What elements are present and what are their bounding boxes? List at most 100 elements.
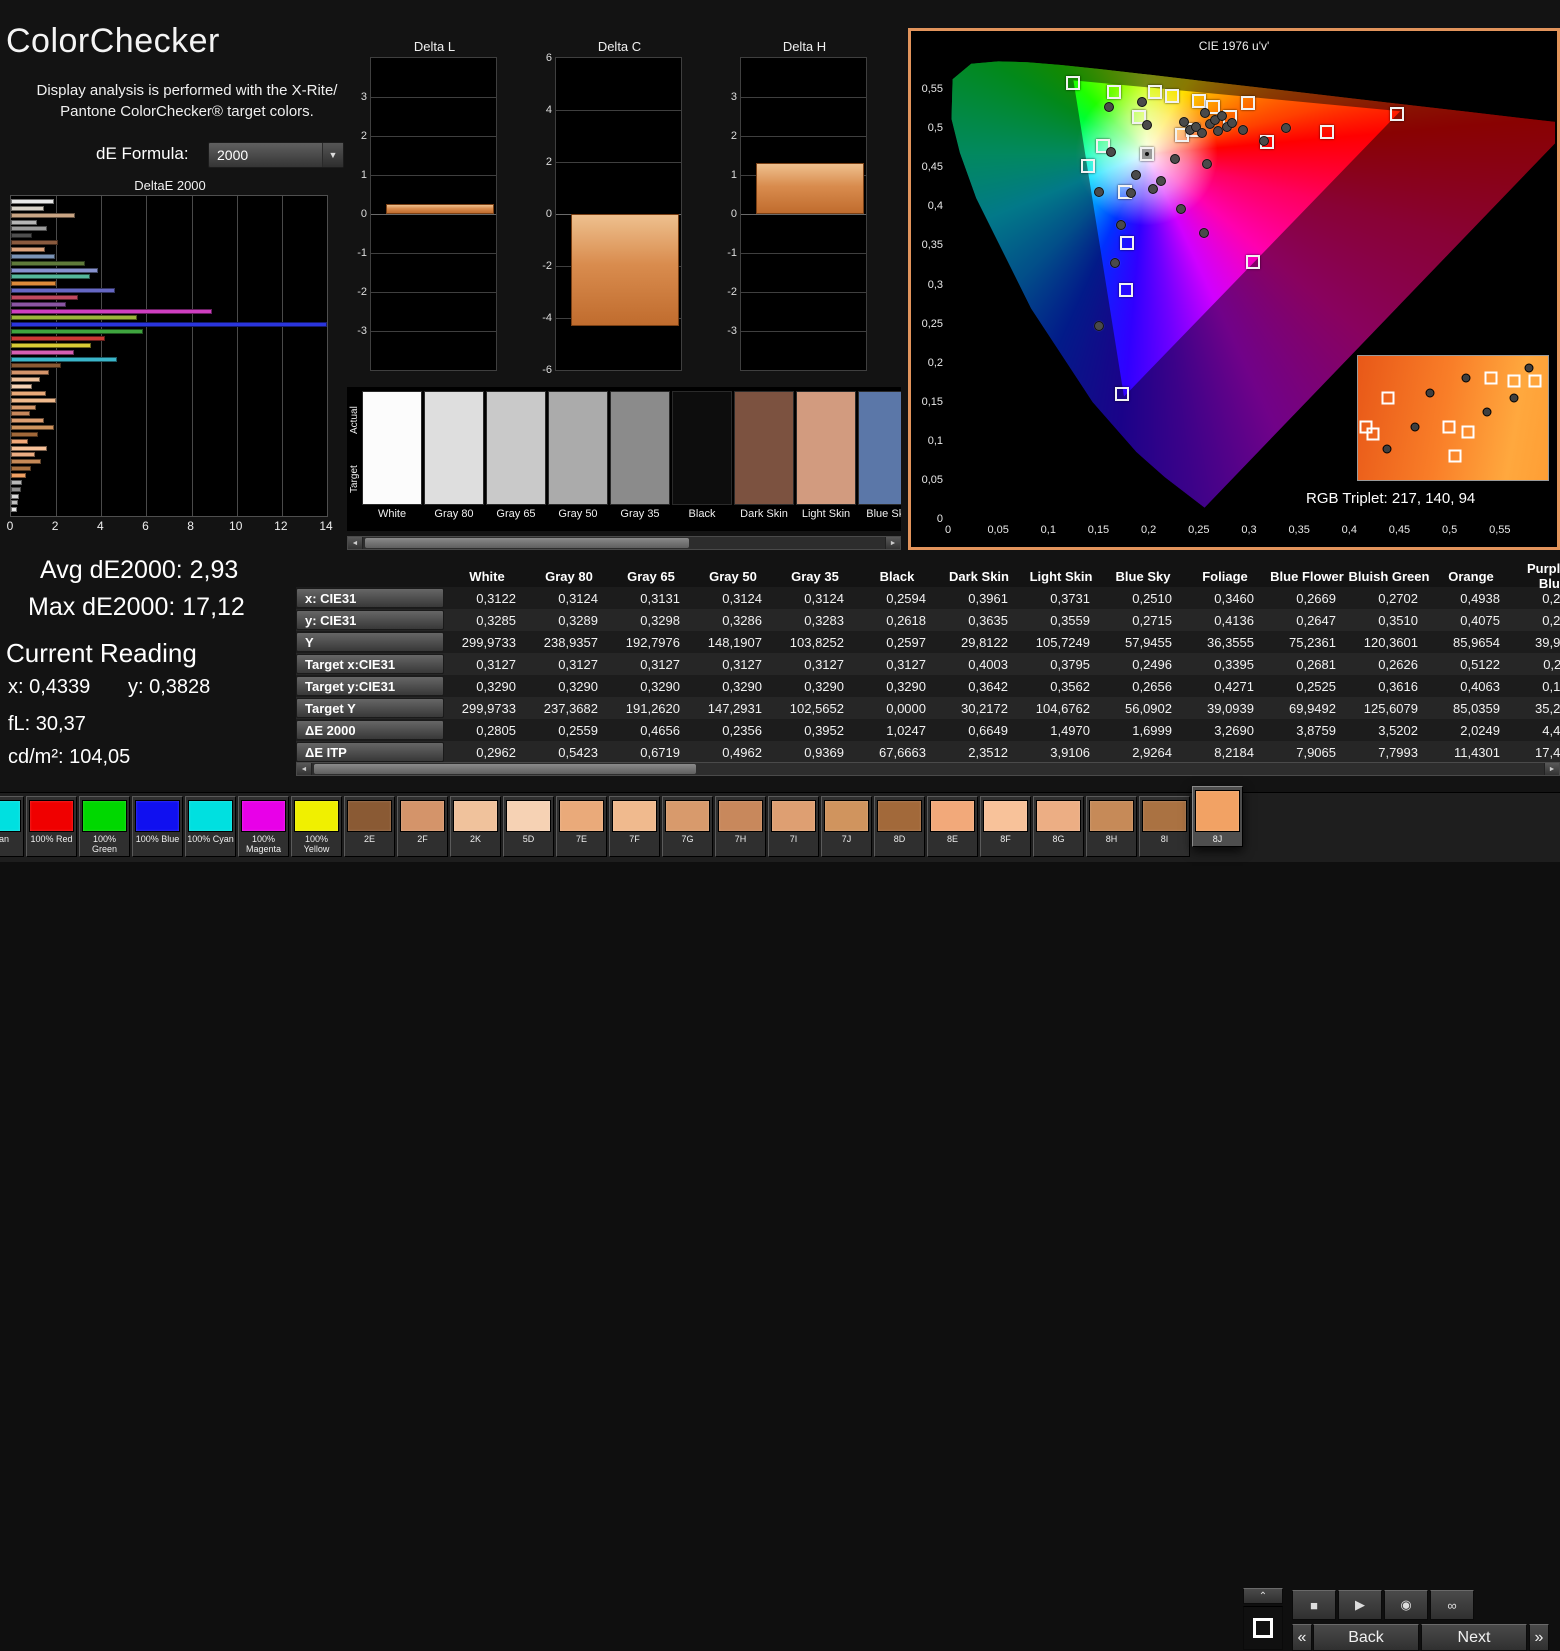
table-row-label[interactable]: Target Y [296, 698, 444, 718]
cie-whitepoint-dot [1144, 152, 1149, 157]
next-chevron-button[interactable]: » [1529, 1624, 1549, 1651]
toolbar-swatch-color [453, 800, 498, 832]
deltae-gridline [191, 196, 193, 516]
table-scrollbar[interactable]: ◄ ► [296, 762, 1560, 776]
table-cell: 0,2135 [1542, 612, 1560, 628]
cie-target-marker [1081, 158, 1096, 173]
strip-scrollbar[interactable]: ◄ ► [347, 536, 901, 550]
play-button[interactable]: ▶ [1338, 1590, 1382, 1620]
table-scrollbar-track[interactable] [312, 763, 1544, 775]
inset-target-marker [1366, 427, 1380, 441]
loop-button[interactable]: ∞ [1430, 1590, 1474, 1620]
table-cell: 0,3124 [558, 590, 598, 606]
table-row-label[interactable]: x: CIE31 [296, 588, 444, 608]
stop-button[interactable]: ■ [1292, 1590, 1336, 1620]
toolbar-swatch-8g[interactable]: 8G [1033, 796, 1084, 857]
toolbar-swatch-7f[interactable]: 7F [609, 796, 660, 857]
table-cell: 0,3127 [722, 656, 762, 672]
toolbar-swatch-8d[interactable]: 8D [874, 796, 925, 857]
toolbar-swatch-100-yellow[interactable]: 100% Yellow [291, 796, 342, 857]
table-row-label[interactable]: ΔE 2000 [296, 720, 444, 740]
strip-scrollbar-track[interactable] [363, 537, 885, 549]
table-cell: 0,3127 [476, 656, 516, 672]
delta-l-title: Delta L [413, 39, 456, 54]
strip-patch: Gray 50 [548, 391, 608, 531]
toolbar-swatch-7h[interactable]: 7H [715, 796, 766, 857]
toolbar-swatch-100-green[interactable]: 100% Green [79, 796, 130, 857]
table-cell: 0,3290 [804, 678, 844, 694]
table-cell: 0,3616 [1378, 678, 1418, 694]
table-header-cell: Blue Sky [1115, 568, 1171, 584]
strip-patch-color [734, 391, 794, 505]
deltae-bar [11, 425, 54, 431]
back-button[interactable]: Back [1313, 1624, 1419, 1651]
scroll-left-icon[interactable]: ◄ [297, 763, 312, 775]
toolbar-swatch-100-blue[interactable]: 100% Blue [132, 796, 183, 857]
back-chevron-button[interactable]: « [1292, 1624, 1312, 1651]
toolbar-swatch-2f[interactable]: 2F [397, 796, 448, 857]
scroll-right-icon[interactable]: ► [1544, 763, 1559, 775]
toolbar-swatch-7i[interactable]: 7I [768, 796, 819, 857]
toolbar-swatch-8e[interactable]: 8E [927, 796, 978, 857]
table-row-label[interactable]: ΔE ITP [296, 742, 444, 762]
deltae-bar [11, 431, 39, 437]
table-row-label[interactable]: Y [296, 632, 444, 652]
table-cell: 0,5423 [558, 744, 598, 760]
table-cell: 0,3395 [1214, 656, 1254, 672]
strip-scrollbar-thumb[interactable] [365, 538, 689, 548]
deltae-xtick-label: 0 [6, 519, 14, 533]
next-button[interactable]: Next [1421, 1624, 1527, 1651]
strip-patch-color [610, 391, 670, 505]
de-formula-label: dE Formula: [96, 144, 189, 163]
deltae-bar [11, 274, 90, 280]
scroll-left-icon[interactable]: ◄ [348, 537, 363, 549]
mini-gridline [556, 110, 681, 111]
table-header-row: White Gray 80 Gray 65 Gray 50 Gray 35 Black Da… [296, 561, 1560, 591]
table-scrollbar-thumb[interactable] [314, 764, 696, 774]
inset-measurement-marker [1425, 388, 1435, 398]
toolbar-swatch-7g[interactable]: 7G [662, 796, 713, 857]
toolbar-swatch-2e[interactable]: 2E [344, 796, 395, 857]
toolbar-swatch-100-cyan[interactable]: 100% Cyan [185, 796, 236, 857]
table-cell: 0,3127 [804, 656, 844, 672]
table-header-cell: Gray 35 [791, 568, 839, 584]
table-cell: 0,6649 [968, 722, 1008, 738]
de-formula-dropdown[interactable]: 2000 ▼ [208, 142, 344, 168]
swatch-strip: Actual Target White Gray 80 Gray 65 Gray 50… [347, 387, 901, 531]
table-cell: 0,9369 [804, 744, 844, 760]
toolbar-swatch-100-magenta[interactable]: 100% Magenta [238, 796, 289, 857]
table-cell: 0,3510 [1378, 612, 1418, 628]
deltae-bar [11, 336, 105, 341]
capture-button[interactable]: ◉ [1384, 1590, 1428, 1620]
toolbar-swatch-7e[interactable]: 7E [556, 796, 607, 857]
toolbar-swatch-8h[interactable]: 8H [1086, 796, 1137, 857]
table-row-label[interactable]: y: CIE31 [296, 610, 444, 630]
table-cell: 0,3290 [722, 678, 762, 694]
toolbar-swatch-8j[interactable]: 8J [1192, 786, 1243, 847]
table-cell: 0,3124 [804, 590, 844, 606]
table-row-label[interactable]: Target y:CIE31 [296, 676, 444, 696]
collapse-toolbar-button[interactable]: ⌃ [1243, 1588, 1283, 1604]
strip-patch: Gray 80 [424, 391, 484, 531]
toolbar-swatch-cyan[interactable]: Cyan [0, 796, 24, 857]
toolbar-swatch-5d[interactable]: 5D [503, 796, 554, 857]
toolbar-swatch-2k[interactable]: 2K [450, 796, 501, 857]
table-cell: 0,6719 [640, 744, 680, 760]
table-cell: 0,4938 [1460, 590, 1500, 606]
table-cell: 148,1907 [707, 634, 762, 650]
display-mode-button[interactable] [1243, 1606, 1283, 1650]
chevron-down-icon[interactable]: ▼ [322, 143, 343, 167]
table-cell: 0,3285 [476, 612, 516, 628]
table-cell: 0,3124 [722, 590, 762, 606]
deltae-bar [11, 329, 144, 335]
delta-l-y-axis: 3 2 1 0 -1 -2 -3 [345, 58, 367, 370]
toolbar-swatch-7j[interactable]: 7J [821, 796, 872, 857]
current-x-stat: x: 0,4339 [8, 676, 91, 698]
toolbar-swatch-8i[interactable]: 8I [1139, 796, 1190, 857]
toolbar-swatch-label: 8H [1105, 834, 1118, 844]
table-row-label[interactable]: Target x:CIE31 [296, 654, 444, 674]
scroll-right-icon[interactable]: ► [885, 537, 900, 549]
toolbar-swatch-8f[interactable]: 8F [980, 796, 1031, 857]
toolbar-swatch-100-red[interactable]: 100% Red [26, 796, 77, 857]
table-row: x: CIE31 0,3122 0,3124 0,3131 0,3124 0,3124 0,… [296, 587, 1560, 609]
